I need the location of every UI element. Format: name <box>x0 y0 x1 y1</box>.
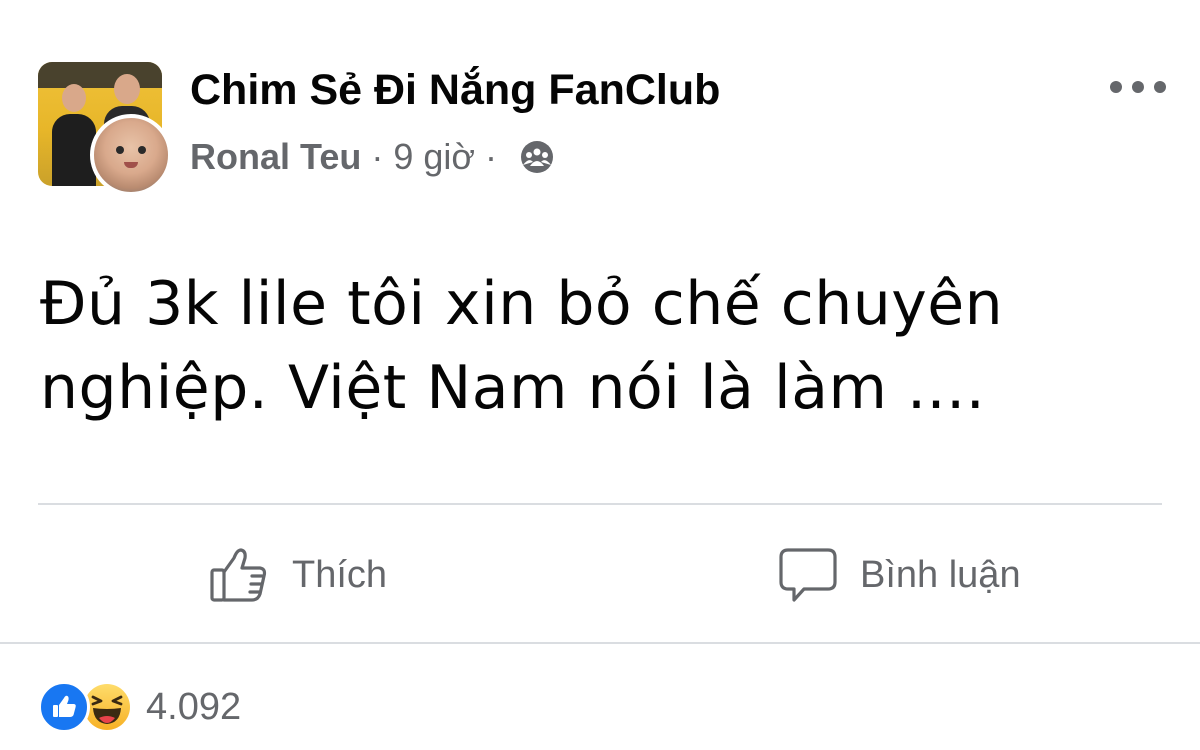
post-card: Chim Sẻ Đi Nắng FanClub Ronal Teu · 9 gi… <box>0 0 1200 750</box>
more-options-icon[interactable] <box>1110 72 1166 102</box>
more-dot <box>1132 81 1144 93</box>
group-privacy-icon <box>519 139 555 175</box>
post-time[interactable]: 9 giờ <box>393 136 475 178</box>
comment-label: Bình luận <box>860 553 1021 596</box>
avatar-eye <box>116 146 124 154</box>
comment-icon <box>778 544 838 606</box>
avatar-mouth <box>124 162 138 168</box>
like-button[interactable]: Thích <box>208 540 387 610</box>
user-avatar[interactable] <box>90 114 172 196</box>
divider <box>0 642 1200 644</box>
thumbs-up-icon <box>208 544 270 606</box>
like-reaction-icon <box>38 681 90 733</box>
meta-separator: · <box>371 136 384 177</box>
meta-separator: · <box>485 136 497 177</box>
divider <box>38 503 1162 505</box>
more-dot <box>1154 81 1166 93</box>
avatar-stack[interactable] <box>38 62 172 196</box>
author-name[interactable]: Ronal Teu <box>190 136 361 178</box>
like-label: Thích <box>292 553 388 596</box>
reaction-count: 4.092 <box>146 685 242 728</box>
group-avatar-head <box>62 84 86 112</box>
group-avatar-head <box>114 74 140 104</box>
comment-button[interactable]: Bình luận <box>778 540 1021 610</box>
reactions-summary[interactable]: 4.092 <box>38 680 241 734</box>
post-text: Đủ 3k lile tôi xin bỏ chế chuyên nghiệp.… <box>40 269 1004 423</box>
more-dot <box>1110 81 1122 93</box>
post-meta: Ronal Teu · 9 giờ · <box>190 136 555 178</box>
avatar-eye <box>138 146 146 154</box>
group-avatar-banner <box>38 62 162 88</box>
group-name[interactable]: Chim Sẻ Đi Nắng FanClub <box>190 66 720 115</box>
